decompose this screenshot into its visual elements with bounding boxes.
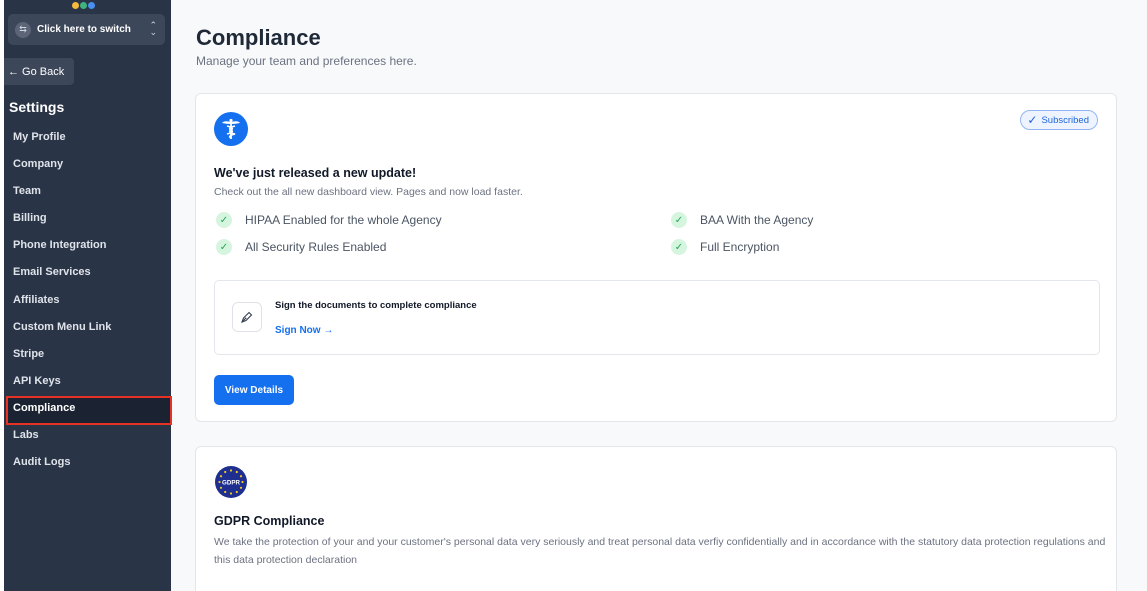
- sidebar-item-affiliates[interactable]: Affiliates: [0, 287, 171, 314]
- gdpr-icon-text: GDPR: [222, 479, 240, 486]
- sidebar-item-phone-integration[interactable]: Phone Integration: [0, 232, 171, 259]
- page-subtitle: Manage your team and preferences here.: [196, 54, 417, 68]
- check-circle-icon: ✓: [671, 212, 687, 228]
- page-title: Compliance: [196, 25, 321, 50]
- sign-now-link[interactable]: Sign Now →: [275, 325, 333, 336]
- switch-icon: ⇆: [15, 21, 31, 38]
- gdpr-description: We take the protection of your and your …: [214, 536, 1106, 566]
- sidebar-item-label: Phone Integration: [13, 239, 107, 252]
- sidebar: ⇆ Click here to switch ⌃ ⌄ ← Go Back Sett…: [0, 0, 172, 591]
- feature-label: All Security Rules Enabled: [245, 240, 387, 254]
- subscribed-badge: ✓ Subscribed: [1020, 110, 1098, 130]
- account-switcher[interactable]: ⇆ Click here to switch ⌃ ⌄: [8, 14, 165, 45]
- check-circle-icon: ✓: [216, 239, 232, 255]
- check-circle-icon: ✓: [216, 212, 232, 228]
- sign-documents-box: Sign the documents to complete complianc…: [214, 280, 1100, 355]
- feature-label: Full Encryption: [700, 240, 780, 254]
- update-subtitle: Check out the all new dashboard view. Pa…: [214, 186, 523, 198]
- sidebar-item-label: My Profile: [13, 131, 66, 143]
- sidebar-item-label: Labs: [13, 429, 39, 442]
- feature-item: ✓ Full Encryption: [671, 239, 779, 255]
- sidebar-item-label: Custom Menu Link: [13, 320, 112, 333]
- check-circle-icon: ✓: [671, 239, 687, 255]
- sidebar-item-api-keys[interactable]: API Keys: [0, 368, 171, 395]
- update-title: We've just released a new update!: [214, 166, 417, 180]
- switch-label: Click here to switch: [37, 24, 131, 35]
- chevron-updown-icon: ⌃ ⌄: [149, 20, 157, 37]
- pen-icon: [232, 302, 262, 332]
- sidebar-item-company[interactable]: Company: [0, 151, 171, 178]
- sidebar-item-label: Compliance: [13, 401, 76, 414]
- sidebar-item-compliance[interactable]: Compliance: [0, 395, 172, 426]
- badge-label: Subscribed: [1041, 114, 1089, 126]
- gdpr-card: GDPR GDPR Compliance We take the protect…: [195, 446, 1117, 591]
- logo-dots: [72, 0, 96, 9]
- sidebar-item-label: Billing: [13, 212, 47, 225]
- go-back-button[interactable]: ← Go Back: [4, 58, 74, 85]
- sidebar-item-label: API Keys: [13, 374, 61, 387]
- sidebar-item-label: Affiliates: [13, 293, 60, 306]
- hipaa-card: ✓ Subscribed We've just released a new u…: [195, 93, 1117, 422]
- settings-heading: Settings: [9, 99, 65, 115]
- gdpr-title: GDPR Compliance: [214, 514, 325, 528]
- gdpr-icon: GDPR: [215, 466, 247, 498]
- sidebar-item-email-services[interactable]: Email Services: [0, 259, 171, 286]
- sidebar-item-labs[interactable]: Labs: [0, 422, 171, 449]
- sidebar-item-label: Email Services: [13, 266, 91, 279]
- sidebar-item-label: Stripe: [13, 347, 45, 360]
- sidebar-item-label: Company: [13, 158, 64, 171]
- feature-item: ✓ All Security Rules Enabled: [216, 239, 386, 255]
- sidebar-item-custom-menu-link[interactable]: Custom Menu Link: [0, 314, 171, 341]
- feature-label: BAA With the Agency: [700, 213, 814, 227]
- main-content: Compliance Manage your team and preferen…: [171, 0, 1147, 591]
- sidebar-item-audit-logs[interactable]: Audit Logs: [0, 449, 171, 476]
- feature-item: ✓ HIPAA Enabled for the whole Agency: [216, 212, 442, 228]
- settings-nav: My Profile Company Team Billing Phone In…: [0, 124, 172, 476]
- view-details-button[interactable]: View Details: [214, 375, 294, 405]
- feature-label: HIPAA Enabled for the whole Agency: [245, 213, 442, 227]
- feature-item: ✓ BAA With the Agency: [671, 212, 813, 228]
- sign-title: Sign the documents to complete complianc…: [275, 300, 477, 311]
- sidebar-item-stripe[interactable]: Stripe: [0, 341, 171, 368]
- check-icon: ✓: [1027, 113, 1038, 127]
- caduceus-icon: [214, 112, 248, 146]
- sidebar-item-billing[interactable]: Billing: [0, 205, 171, 232]
- sidebar-item-label: Team: [13, 185, 41, 198]
- sidebar-item-my-profile[interactable]: My Profile: [0, 124, 171, 151]
- sidebar-item-team[interactable]: Team: [0, 178, 171, 205]
- sidebar-item-label: Audit Logs: [13, 456, 71, 469]
